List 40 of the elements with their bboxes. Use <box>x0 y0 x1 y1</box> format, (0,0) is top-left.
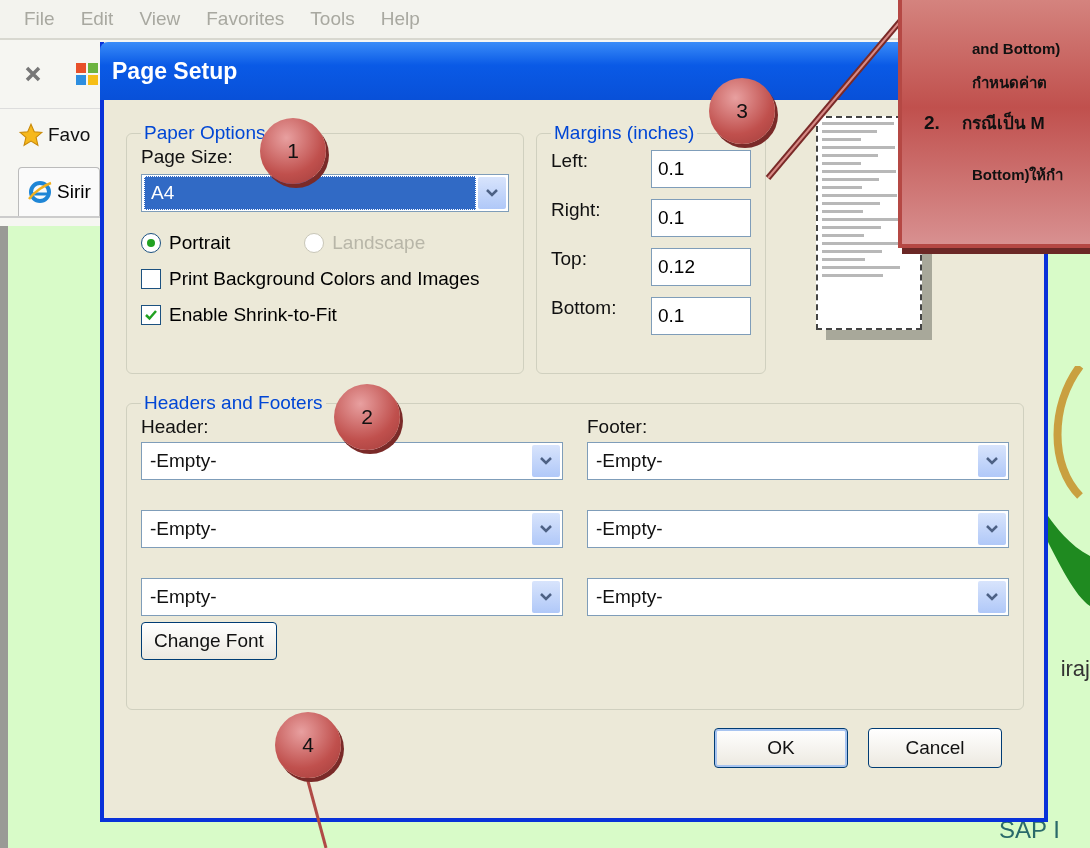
field-label: Header: <box>141 416 209 438</box>
stop-icon[interactable] <box>24 65 42 83</box>
group-title: Headers and Footers <box>143 392 324 414</box>
checkbox[interactable]: Print Background Colors and Images <box>141 268 509 290</box>
group-title: Margins (inches) <box>553 122 696 144</box>
field-label: Footer: <box>587 416 648 438</box>
browser-logo-icon <box>27 179 53 205</box>
field-label: Right: <box>551 199 601 221</box>
callout-text: Bottom)ให้กำ <box>971 165 1064 185</box>
margin-input-field[interactable]: 0.12 <box>651 248 751 286</box>
field-label: Left: <box>551 150 588 172</box>
favorites-button[interactable]: Favo <box>18 122 91 148</box>
header-dropdown[interactable]: -Empty- <box>141 442 563 480</box>
dialog-button[interactable]: Cancel <box>868 728 1002 768</box>
dropdown-value: A4 <box>144 176 476 210</box>
field-label: Bottom: <box>551 297 617 319</box>
margin-input-field[interactable]: 0.1 <box>651 199 751 237</box>
page-text: iraj <box>1060 656 1090 682</box>
page-size-dropdown[interactable]: A4 <box>141 174 509 212</box>
windows-logo-icon <box>74 61 100 87</box>
footer-dropdown[interactable]: -Empty- <box>587 578 1009 616</box>
field-label: Top: <box>551 248 587 270</box>
checkmark-icon <box>144 308 158 322</box>
change-font-button[interactable]: Change Font <box>141 622 277 660</box>
checkbox[interactable]: Enable Shrink-to-Fit <box>141 304 509 326</box>
margin-input-field[interactable]: 0.1 <box>651 150 751 188</box>
margin-input-field[interactable]: 0.1 <box>651 297 751 335</box>
star-icon <box>18 122 44 148</box>
footer-dropdown[interactable]: -Empty- <box>587 510 1009 548</box>
callout-text: กำหนดค่าต <box>971 73 1047 93</box>
group-title: Paper Options <box>143 122 267 144</box>
browser-tab[interactable]: Sirir <box>18 167 100 216</box>
orientation-radio[interactable]: Portrait <box>141 232 231 254</box>
field-label: Page Size: <box>141 146 233 168</box>
header-dropdown[interactable]: -Empty- <box>141 510 563 548</box>
header-dropdown[interactable]: -Empty- <box>141 578 563 616</box>
list-number: 2. <box>924 112 940 134</box>
callout-text: กรณีเป็น M <box>961 111 1046 135</box>
footer-dropdown[interactable]: -Empty- <box>587 442 1009 480</box>
dialog-button[interactable]: OK <box>714 728 848 768</box>
